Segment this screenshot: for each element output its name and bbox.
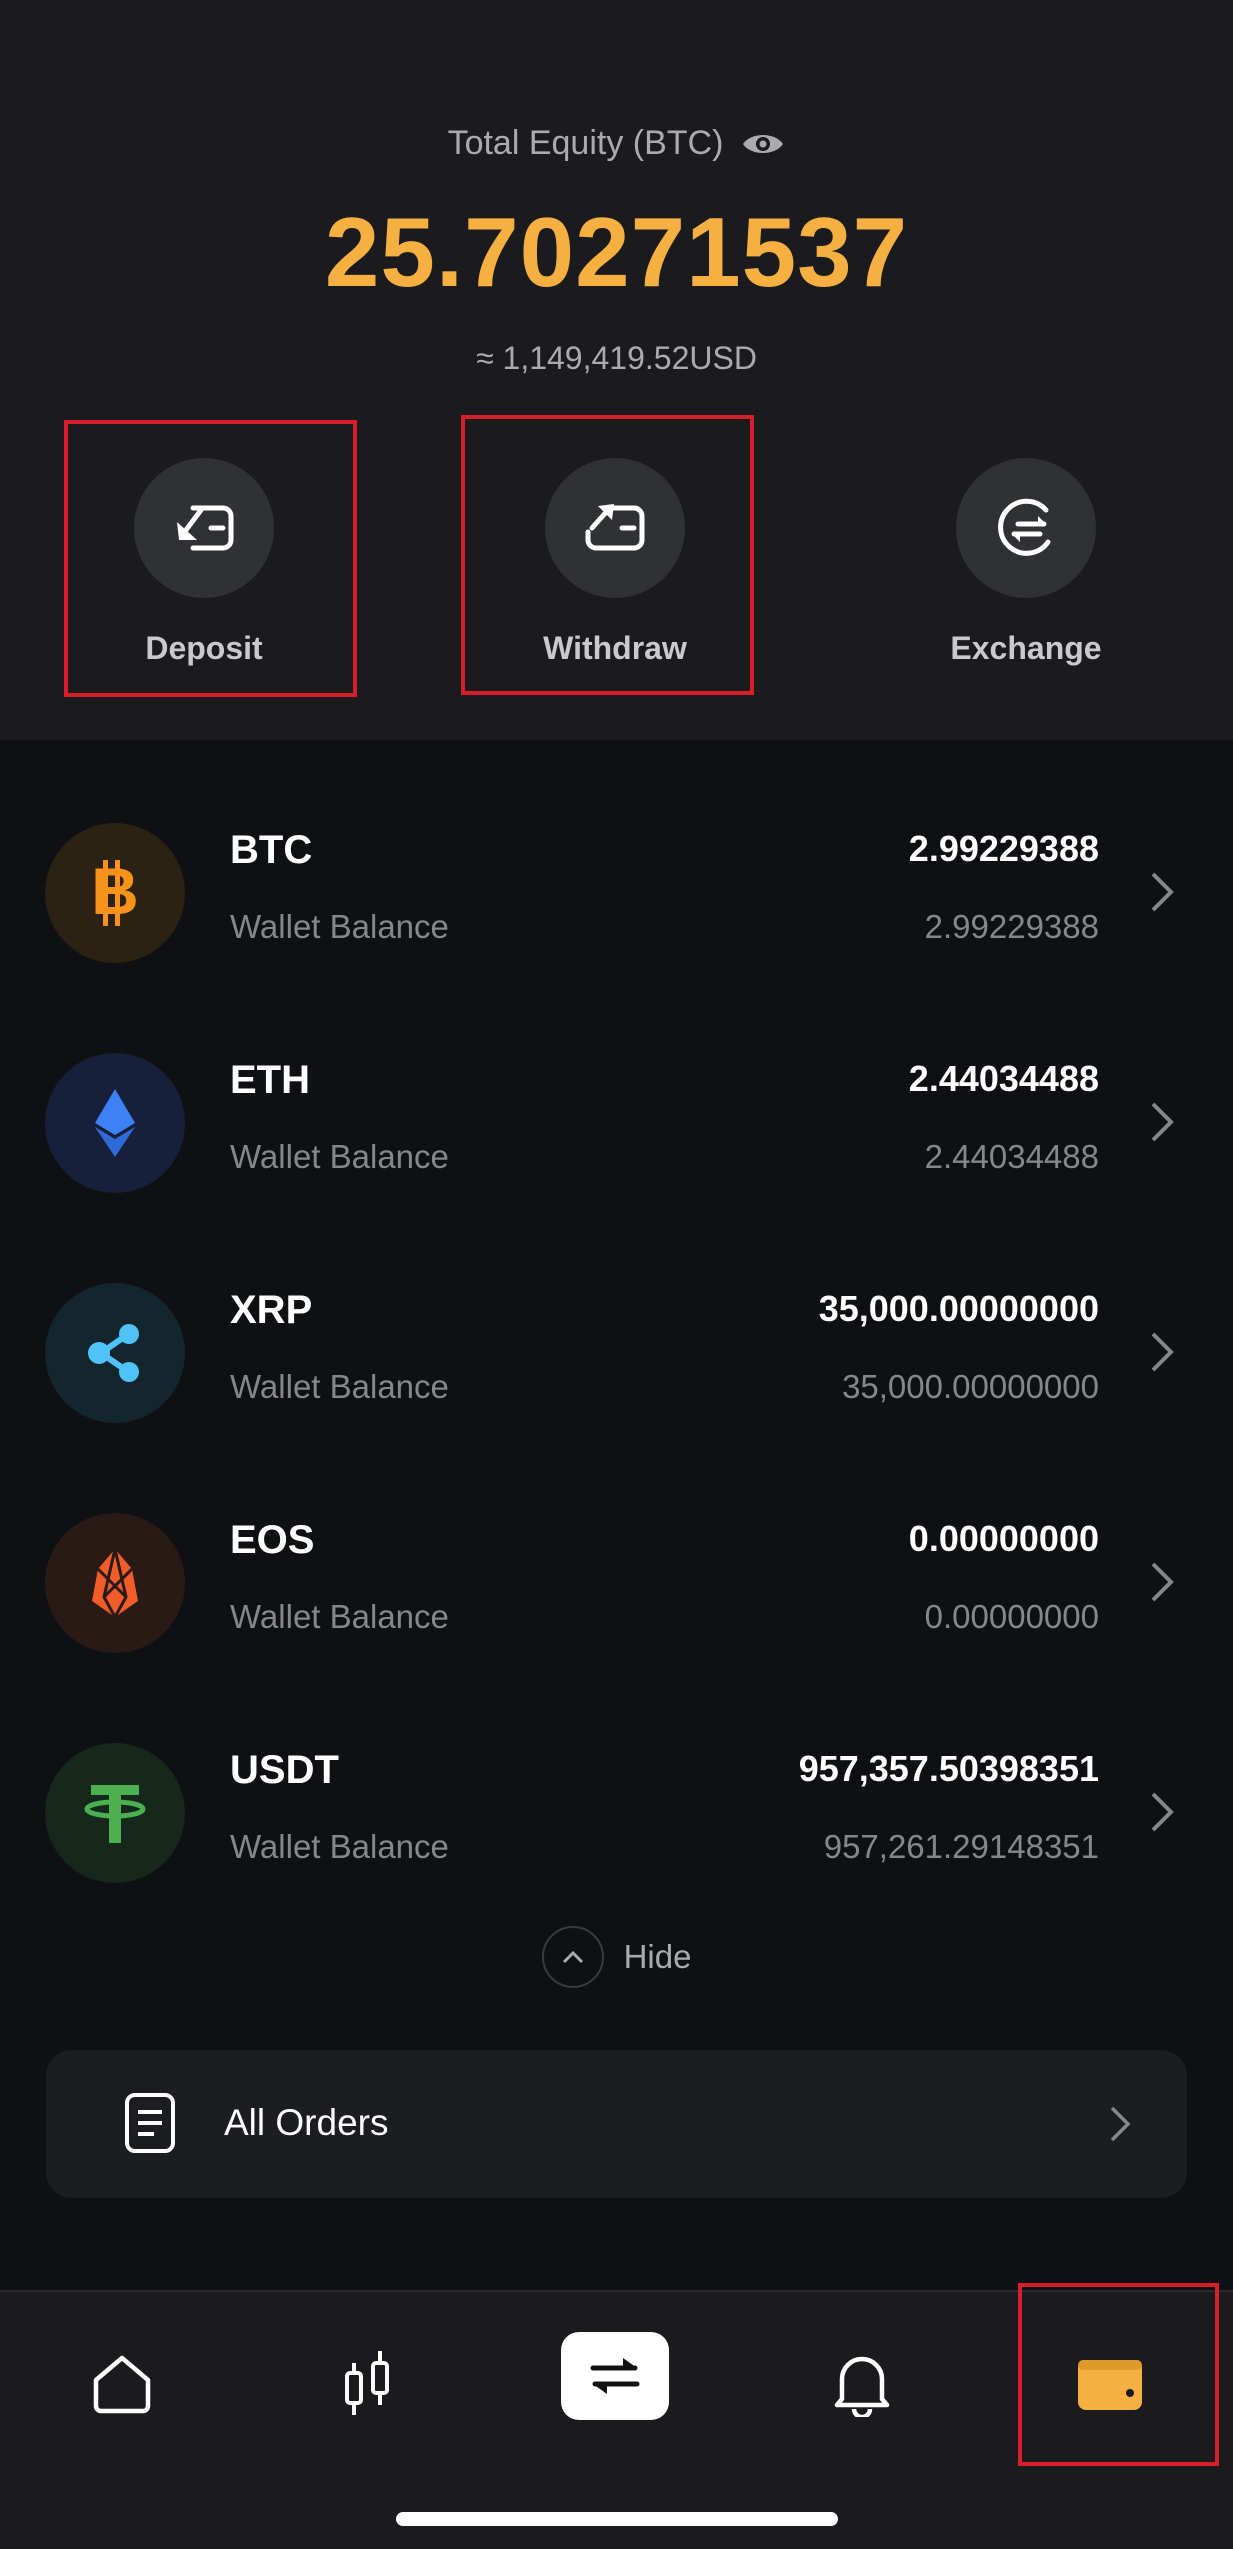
coin-sublabel: Wallet Balance <box>230 1368 449 1405</box>
chevron-right-icon <box>1151 1102 1174 1142</box>
chevron-right-icon <box>1151 1792 1174 1832</box>
bell-icon <box>834 2356 890 2417</box>
equity-label: Total Equity (BTC) <box>447 124 724 162</box>
coin-balance: 957,261.29148351 <box>823 1828 1099 1865</box>
xrp-icon <box>45 1283 185 1423</box>
coin-value: 2.44034488 <box>908 1058 1099 1099</box>
swap-icon <box>590 2358 640 2394</box>
equity-value: 25.70271537 <box>324 197 909 307</box>
usdt-icon <box>45 1743 185 1883</box>
tab-notifications[interactable] <box>812 2334 912 2434</box>
coin-row-eos[interactable]: EOS Wallet Balance 0.00000000 0.00000000 <box>0 1448 1233 1678</box>
document-icon <box>125 2093 175 2153</box>
coin-symbol: BTC <box>230 828 313 872</box>
home-icon <box>93 2355 151 2414</box>
deposit-highlight-box <box>64 420 357 697</box>
chevron-right-icon <box>1110 2106 1131 2142</box>
tab-trade[interactable] <box>561 2332 669 2420</box>
eos-icon <box>45 1513 185 1653</box>
eye-icon[interactable] <box>741 129 785 159</box>
tab-markets[interactable] <box>318 2334 418 2434</box>
coin-row-xrp[interactable]: XRP Wallet Balance 35,000.00000000 35,00… <box>0 1218 1233 1448</box>
coin-symbol: EOS <box>230 1518 315 1562</box>
coin-value: 35,000.00000000 <box>818 1288 1099 1329</box>
coin-sublabel: Wallet Balance <box>230 1828 449 1865</box>
coin-balance: 2.44034488 <box>924 1138 1099 1175</box>
exchange-button[interactable]: Exchange <box>916 458 1136 667</box>
coin-row-usdt[interactable]: USDT Wallet Balance 957,357.50398351 957… <box>0 1678 1233 1908</box>
hide-label: Hide <box>623 1938 692 1975</box>
equity-usd: ≈ 1,149,419.52USD <box>476 340 757 376</box>
candlestick-icon <box>345 2351 389 2415</box>
all-orders-button[interactable]: All Orders <box>46 2050 1187 2198</box>
coin-sublabel: Wallet Balance <box>230 908 449 945</box>
wallet-highlight-box <box>1018 2283 1219 2466</box>
eth-icon <box>45 1053 185 1193</box>
equity-label-row: Total Equity (BTC) <box>0 124 1233 163</box>
coin-row-eth[interactable]: ETH Wallet Balance 2.44034488 2.44034488 <box>0 988 1233 1218</box>
exchange-label: Exchange <box>950 630 1102 666</box>
home-indicator <box>396 2512 838 2526</box>
coin-balance: 35,000.00000000 <box>842 1368 1099 1405</box>
chevron-right-icon <box>1151 1562 1174 1602</box>
coin-balance: 2.99229388 <box>924 908 1099 945</box>
coin-symbol: USDT <box>230 1748 339 1792</box>
chevron-up-icon <box>541 1926 604 1988</box>
exchange-icon <box>956 458 1096 598</box>
coin-symbol: ETH <box>230 1058 310 1102</box>
coin-balance: 0.00000000 <box>924 1598 1099 1635</box>
tab-home[interactable] <box>72 2334 172 2434</box>
coin-value: 957,357.50398351 <box>798 1748 1099 1789</box>
btc-icon: B <box>45 823 185 963</box>
coin-symbol: XRP <box>230 1288 313 1332</box>
all-orders-label: All Orders <box>224 2102 389 2143</box>
hide-toggle[interactable]: Hide <box>0 1926 1233 1988</box>
withdraw-highlight-box <box>461 415 754 695</box>
chevron-right-icon <box>1151 872 1174 912</box>
chevron-right-icon <box>1151 1332 1174 1372</box>
coin-sublabel: Wallet Balance <box>230 1138 449 1175</box>
coin-sublabel: Wallet Balance <box>230 1598 449 1635</box>
coin-row-btc[interactable]: B BTC Wallet Balance 2.99229388 2.992293… <box>0 758 1233 988</box>
coin-value: 2.99229388 <box>908 828 1099 869</box>
coin-value: 0.00000000 <box>908 1518 1099 1559</box>
